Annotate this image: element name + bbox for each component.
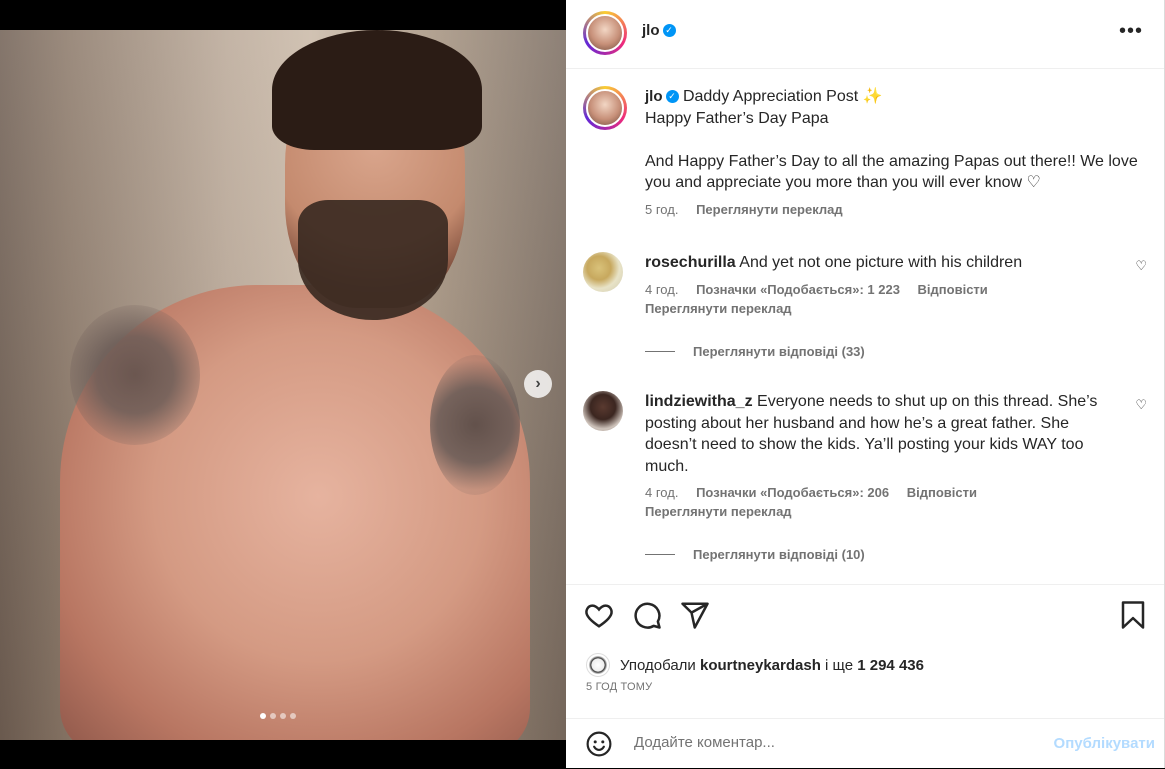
view-replies-label: Переглянути відповіді (10)	[693, 547, 865, 562]
post-actions-bar	[566, 584, 1165, 645]
comment-input[interactable]	[632, 733, 1016, 752]
replies-divider	[645, 350, 675, 352]
view-replies-button[interactable]: Переглянути відповіді (10)	[645, 547, 1153, 562]
caption-title: Daddy Appreciation Post ✨	[682, 88, 883, 105]
verified-badge-icon: ✓	[665, 90, 679, 104]
next-image-button[interactable]: ›	[524, 370, 552, 398]
translate-link[interactable]: Переглянути переклад	[645, 301, 1153, 316]
post-timestamp[interactable]: 5 ГОД ТОМУ	[586, 681, 652, 693]
translate-link[interactable]: Переглянути переклад	[645, 504, 1153, 519]
emoji-icon[interactable]	[586, 731, 612, 757]
heart-icon[interactable]: ♡	[1135, 258, 1147, 274]
photo-beard	[298, 200, 448, 320]
carousel-dot	[280, 713, 286, 719]
photo-hair	[272, 30, 482, 150]
avatar[interactable]	[583, 252, 623, 292]
likes-and: і ще	[825, 656, 854, 674]
comment-item: lindziewitha_z Everyone needs to shut up…	[583, 391, 1153, 562]
add-comment-bar: Опублікувати	[566, 718, 1165, 769]
post-caption: jlo ✓ Daddy Appreciation Post ✨ Happy Fat…	[583, 86, 1143, 217]
more-horizontal-icon[interactable]: •••	[1119, 20, 1143, 43]
post-author-username[interactable]: jlo	[642, 22, 660, 39]
carousel-dot	[260, 713, 266, 719]
comment-text: And yet not one picture with his childre…	[739, 254, 1023, 271]
comment-username[interactable]: lindziewitha_z	[645, 393, 753, 410]
photo-tattoo-right	[430, 355, 520, 495]
comment-item: rosechurilla And yet not one picture wit…	[583, 252, 1153, 359]
post-header: jlo ✓ •••	[566, 0, 1165, 69]
share-icon[interactable]	[680, 600, 710, 630]
post-photo[interactable]	[0, 30, 566, 740]
replies-divider	[645, 554, 675, 555]
caption-line-2: And Happy Father’s Day to all the amazin…	[645, 152, 1138, 192]
verified-badge-icon: ✓	[662, 24, 676, 38]
post-media: ›	[0, 0, 566, 768]
reply-button[interactable]: Відповісти	[918, 282, 988, 297]
heart-icon[interactable]	[584, 600, 614, 630]
caption-time[interactable]: 5 год.	[645, 202, 678, 217]
avatar[interactable]	[583, 11, 627, 55]
likes-user[interactable]: kourtneykardash	[700, 657, 821, 674]
post-comment-button[interactable]: Опублікувати	[1054, 735, 1155, 752]
comment-likes[interactable]: Позначки «Подобається»: 206	[696, 485, 889, 500]
avatar[interactable]	[583, 86, 627, 130]
comment-icon[interactable]	[632, 600, 662, 630]
comment-time[interactable]: 4 год.	[645, 282, 678, 297]
reply-button[interactable]: Відповісти	[907, 485, 977, 500]
comment-username[interactable]: rosechurilla	[645, 254, 736, 271]
carousel-dot	[290, 713, 296, 719]
translate-link[interactable]: Переглянути переклад	[696, 202, 843, 217]
post-details-panel: jlo ✓ ••• jlo ✓ Daddy Appreciation Post ✨ …	[566, 0, 1165, 768]
carousel-dot	[270, 713, 276, 719]
view-replies-button[interactable]: Переглянути відповіді (33)	[645, 344, 1153, 359]
bookmark-icon[interactable]	[1118, 600, 1148, 630]
avatar	[586, 653, 610, 677]
avatar[interactable]	[583, 391, 623, 431]
likes-count[interactable]: 1 294 436	[857, 657, 924, 674]
likes-summary[interactable]: Уподобали kourtneykardash і ще 1 294 436	[586, 653, 924, 677]
likes-prefix: Уподобали	[620, 656, 696, 674]
view-replies-label: Переглянути відповіді (33)	[693, 343, 865, 359]
comment-likes[interactable]: Позначки «Подобається»: 1 223	[696, 282, 900, 297]
carousel-dots	[260, 713, 296, 719]
comment-time[interactable]: 4 год.	[645, 485, 678, 500]
photo-tattoo-left	[70, 305, 200, 445]
caption-line-1: Happy Father’s Day Papa	[645, 109, 829, 127]
caption-username[interactable]: jlo	[645, 88, 663, 105]
chevron-right-icon: ›	[535, 375, 541, 392]
heart-icon[interactable]: ♡	[1135, 397, 1147, 413]
